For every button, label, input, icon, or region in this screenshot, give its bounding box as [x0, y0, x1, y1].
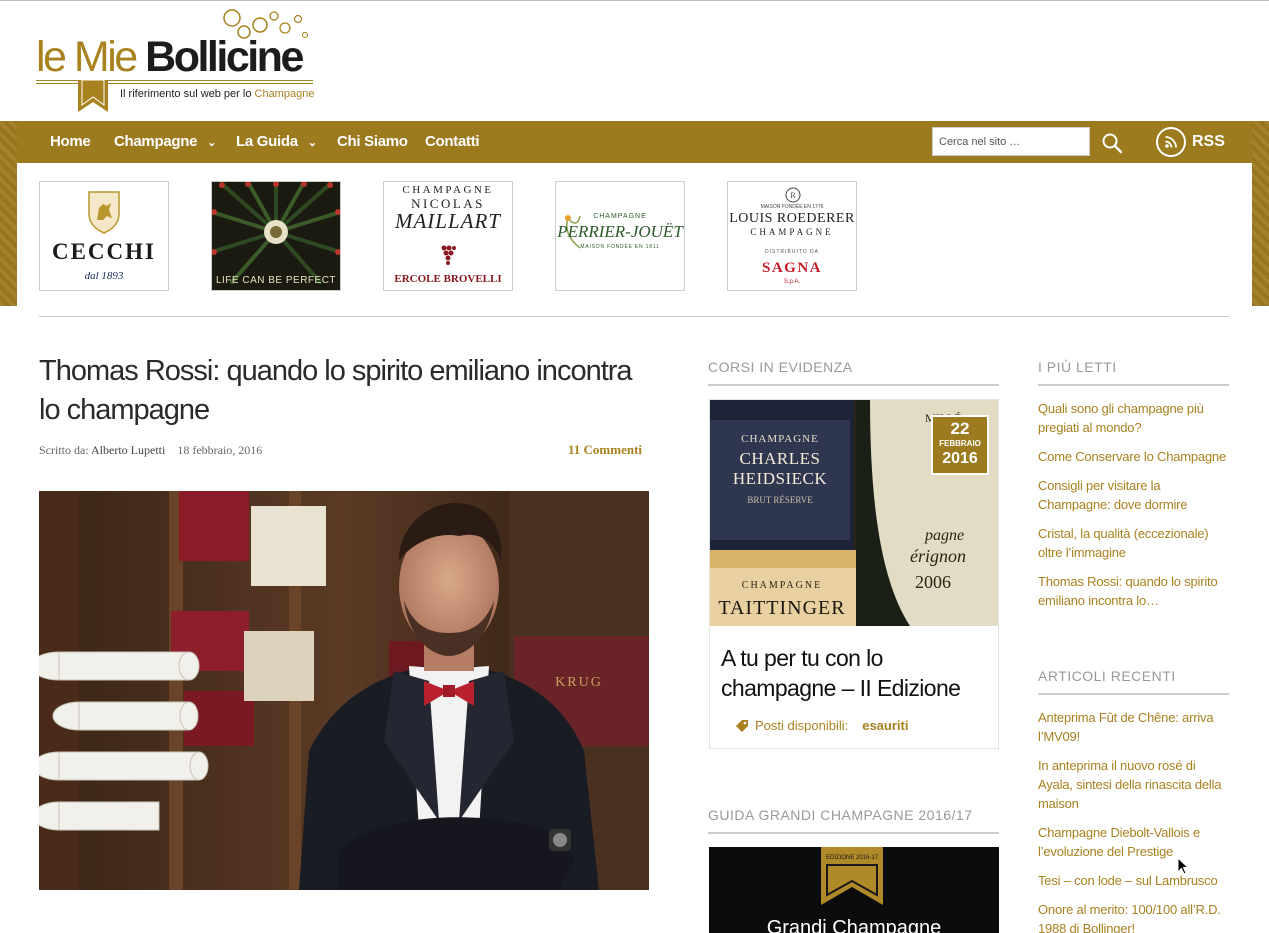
sponsor-line: CHAMPAGNE	[750, 227, 834, 237]
nav-item-home[interactable]: Home	[50, 121, 91, 163]
widget-rule	[1038, 693, 1229, 695]
sponsor-since: dal 1893	[84, 270, 124, 282]
svg-text:CHARLES: CHARLES	[740, 449, 821, 468]
post-meta: Scritto da: Alberto Lupetti 18 febbraio, …	[39, 443, 262, 458]
most-read-link[interactable]: Thomas Rossi: quando lo spirito emiliano…	[1038, 572, 1230, 610]
course-card[interactable]: CHAMPAGNE CHARLES HEIDSIECK BRUT RÉSERVE…	[709, 399, 999, 749]
seats-value: esauriti	[862, 718, 909, 733]
svg-text:R: R	[790, 191, 796, 200]
guide-cover-title: Grandi Champagne	[766, 917, 942, 933]
course-title[interactable]: A tu per tu con lo champagne – II Edizio…	[721, 643, 991, 703]
sponsor-line: CHAMPAGNE	[593, 213, 647, 220]
sponsor-louis-roederer[interactable]: R MAISON FONDÉE EN 1776 LOUIS ROEDERER C…	[727, 181, 857, 291]
post-date: 18 febbraio, 2016	[177, 443, 263, 457]
search-icon[interactable]	[1100, 131, 1124, 155]
widget-title-most-read: I PIÙ LETTI	[1038, 359, 1117, 375]
widget-rule	[708, 384, 999, 386]
sponsor-line: MAISON FONDÉE EN 1776	[760, 204, 824, 210]
recent-post-link[interactable]: Onore al merito: 100/100 all’R.D. 1988 d…	[1038, 900, 1230, 933]
sponsor-slogan: LIFE CAN BE PERFECT	[215, 275, 337, 286]
svg-text:CHAMPAGNE: CHAMPAGNE	[742, 580, 822, 591]
widget-title-courses: CORSI IN EVIDENZA	[708, 359, 853, 375]
nav-item-contatti[interactable]: Contatti	[425, 121, 480, 163]
author-prefix: Scritto da:	[39, 443, 91, 457]
svg-text:KRUG: KRUG	[555, 675, 603, 690]
guide-badge-text: EDIZIONE 2016-17	[826, 855, 879, 861]
rss-link[interactable]: RSS	[1156, 127, 1225, 157]
logo-tagline: Il riferimento sul web per lo Champagne	[120, 88, 315, 100]
mouse-cursor-icon	[1177, 857, 1189, 875]
lion-shield-icon	[88, 191, 120, 234]
most-read-link[interactable]: Come Conservare lo Champagne	[1038, 447, 1230, 466]
sponsor-distributor: ERCOLE BROVELLI	[394, 273, 502, 285]
sponsor-name: LOUIS ROEDERER	[729, 211, 855, 226]
recent-post-link[interactable]: Anteprima Fût de Chêne: arriva l’MV09!	[1038, 708, 1230, 746]
widget-title-recent: ARTICOLI RECENTI	[1038, 668, 1176, 684]
rss-icon	[1156, 127, 1186, 157]
crest-icon: R	[785, 187, 801, 203]
tag-icon	[736, 720, 748, 732]
svg-text:pagne: pagne	[924, 527, 964, 544]
chevron-down-icon: ⌄	[207, 137, 217, 149]
most-read-link[interactable]: Quali sono gli champagne più pregiati al…	[1038, 399, 1230, 437]
recent-post-link[interactable]: Tesi – con lode – sul Lambrusco	[1038, 871, 1230, 890]
sponsor-line: MAISON FONDÉE EN 1811	[580, 244, 660, 250]
most-read-link[interactable]: Consigli per visitare la Champagne: dove…	[1038, 476, 1230, 514]
svg-text:érignon: érignon	[910, 546, 966, 566]
rss-label: RSS	[1192, 133, 1225, 150]
sponsor-name: PERRIER-JOUËT	[557, 222, 683, 241]
badge-year: 2016	[942, 450, 978, 467]
sponsor-line: CHAMPAGNE	[402, 184, 494, 196]
sponsor-name: MAILLART	[394, 209, 501, 233]
comments-link[interactable]: 11 Commenti	[568, 442, 642, 458]
chevron-down-icon: ⌄	[307, 137, 317, 149]
nav-item-la-guida[interactable]: La Guida ⌄	[236, 121, 317, 163]
sponsor-distributor: SAGNA	[761, 260, 822, 276]
sponsor-name: CECCHI	[51, 239, 156, 264]
search-input[interactable]	[932, 127, 1090, 156]
course-seats: Posti disponibili: esauriti	[735, 718, 908, 733]
sponsor-line: DISTRIBUITO DA	[765, 249, 819, 255]
date-badge: 22 FEBBRAIO 2016	[931, 415, 989, 475]
svg-text:BRUT RÉSERVE: BRUT RÉSERVE	[747, 495, 813, 505]
sponsor-nicolas-maillart[interactable]: CHAMPAGNE NICOLAS MAILLART ERCOLE BROVEL…	[383, 181, 513, 291]
badge-month: FEBBRAIO	[939, 439, 981, 448]
guide-cover[interactable]: EDIZIONE 2016-17 Grandi Champagne	[709, 847, 999, 933]
sponsor-perrier-jouet[interactable]: CHAMPAGNE PERRIER-JOUËT MAISON FONDÉE EN…	[555, 181, 685, 291]
seats-label: Posti disponibili:	[755, 718, 849, 733]
logo-wordmark: le Mie Bollicine	[36, 33, 304, 81]
author-link[interactable]: Alberto Lupetti	[91, 443, 165, 457]
svg-text:CHAMPAGNE: CHAMPAGNE	[741, 433, 819, 445]
sponsor-line: S.p.A.	[783, 279, 801, 285]
svg-text:2006: 2006	[915, 572, 951, 592]
widget-rule	[1038, 384, 1229, 386]
widget-title-guide: GUIDA GRANDI CHAMPAGNE 2016/17	[708, 807, 973, 823]
ribbon-icon	[78, 80, 108, 112]
most-read-link[interactable]: Cristal, la qualità (eccezionale) oltre …	[1038, 524, 1230, 562]
svg-text:TAITTINGER: TAITTINGER	[718, 597, 845, 619]
badge-day: 22	[950, 419, 970, 438]
section-divider	[39, 316, 1229, 317]
sponsor-life-can-be-perfect[interactable]: LIFE CAN BE PERFECT	[211, 181, 341, 291]
widget-rule	[708, 832, 999, 834]
top-border	[0, 0, 1269, 1]
grapes-icon	[441, 245, 456, 265]
site-logo[interactable]: le Mie Bollicine Il riferimento sul web …	[36, 8, 326, 114]
guide-ribbon-icon: EDIZIONE 2016-17	[821, 847, 883, 905]
nav-item-chi-siamo[interactable]: Chi Siamo	[337, 121, 408, 163]
post-hero-image[interactable]: KRUG	[39, 491, 649, 890]
svg-text:HEIDSIECK: HEIDSIECK	[733, 469, 827, 488]
post-title[interactable]: Thomas Rossi: quando lo spirito emiliano…	[39, 352, 659, 430]
nav-item-champagne[interactable]: Champagne ⌄	[114, 121, 216, 163]
recent-post-link[interactable]: In anteprima il nuovo rosé di Ayala, sin…	[1038, 756, 1230, 813]
sponsor-cecchi[interactable]: CECCHI dal 1893	[39, 181, 169, 291]
recent-post-link[interactable]: Champagne Diebolt-Vallois e l’evoluzione…	[1038, 823, 1230, 861]
hero-photo: KRUG	[39, 491, 649, 890]
course-image: CHAMPAGNE CHARLES HEIDSIECK BRUT RÉSERVE…	[710, 400, 998, 626]
